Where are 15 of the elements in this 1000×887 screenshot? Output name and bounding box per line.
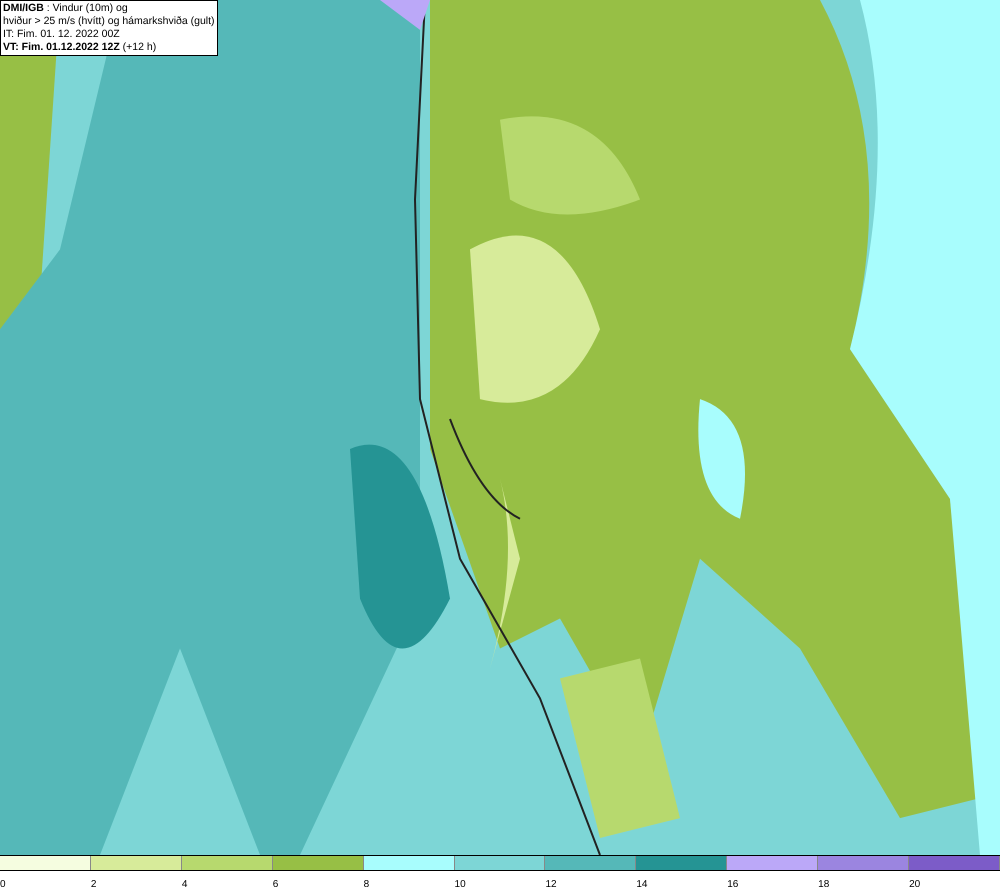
legend-label: 4 bbox=[182, 879, 188, 887]
legend-label: 20 bbox=[909, 879, 920, 887]
title-line: VT: Fim. 01.12.2022 12Z (+12 h) bbox=[3, 41, 158, 54]
legend-label: 10 bbox=[454, 879, 466, 887]
title-line: IT: Fim. 01. 12. 2022 00Z bbox=[3, 28, 121, 41]
legend-label: 16 bbox=[727, 879, 738, 887]
legend-label: 12 bbox=[545, 879, 557, 887]
legend-label: 18 bbox=[818, 879, 830, 887]
legend-label: 0 bbox=[0, 879, 6, 887]
legend-label: 6 bbox=[272, 879, 278, 887]
title-line: hviður > 25 m/s (hvítt) og hámarkshviða (gult) bbox=[3, 15, 215, 28]
legend-label: 2 bbox=[90, 879, 96, 887]
title-line: DMI/IGB : Vindur (10m) og bbox=[3, 2, 129, 15]
legend-label: 8 bbox=[364, 879, 370, 887]
legend-label: 14 bbox=[636, 879, 648, 887]
